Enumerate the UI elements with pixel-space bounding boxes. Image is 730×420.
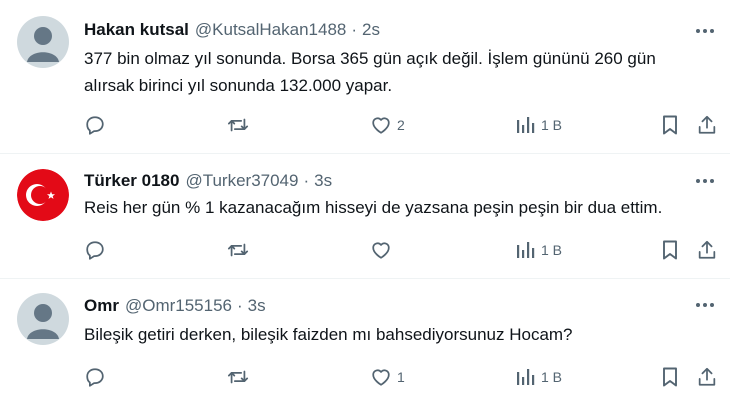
like-count: 2 xyxy=(397,117,405,133)
like-icon xyxy=(372,242,390,259)
like-button[interactable]: 2 xyxy=(370,112,405,138)
default-avatar-icon xyxy=(17,16,69,68)
share-icon xyxy=(698,367,716,386)
views-icon xyxy=(517,369,535,385)
action-bar: 1 1 B xyxy=(84,364,720,390)
avatar[interactable] xyxy=(17,293,69,345)
tweet-header: Omr @Omr155156 · 3s xyxy=(84,294,266,318)
reply-feed: Hakan kutsal @KutsalHakan1488 · 2s 377 b… xyxy=(0,0,730,420)
more-icon[interactable] xyxy=(694,170,716,192)
turkish-flag-avatar-icon xyxy=(17,169,69,221)
share-icon xyxy=(698,240,716,259)
like-count: 1 xyxy=(397,369,405,385)
default-avatar-icon xyxy=(17,293,69,345)
tweet-header: Hakan kutsal @KutsalHakan1488 · 2s xyxy=(84,18,380,42)
views-button[interactable]: 1 B xyxy=(516,364,562,390)
separator-dot: · xyxy=(351,20,358,39)
reply-button[interactable] xyxy=(84,237,106,263)
retweet-button[interactable] xyxy=(227,237,249,263)
reply-tweet[interactable]: Omr @Omr155156 · 3s Bileşik getiri derke… xyxy=(0,279,730,420)
views-button[interactable]: 1 B xyxy=(516,237,562,263)
views-icon xyxy=(517,117,535,133)
share-button[interactable] xyxy=(696,364,718,390)
reply-button[interactable] xyxy=(84,364,106,390)
like-button[interactable] xyxy=(370,237,397,263)
timestamp[interactable]: 3s xyxy=(248,296,266,316)
retweet-button[interactable] xyxy=(227,364,249,390)
avatar[interactable] xyxy=(17,169,69,221)
views-icon xyxy=(517,242,535,258)
bookmark-icon xyxy=(663,367,677,387)
views-button[interactable]: 1 B xyxy=(516,112,562,138)
tweet-text: 377 bin olmaz yıl sonunda. Borsa 365 gün… xyxy=(84,49,656,95)
user-handle[interactable]: @Turker37049 xyxy=(185,171,298,191)
bookmark-icon xyxy=(663,240,677,260)
reply-icon xyxy=(86,116,104,135)
retweet-icon xyxy=(227,118,249,132)
tweet-header: Türker 0180 @Turker37049 · 3s xyxy=(84,169,332,193)
views-count: 1 B xyxy=(541,242,563,258)
timestamp[interactable]: 3s xyxy=(314,171,332,191)
views-count: 1 B xyxy=(541,117,563,133)
more-icon[interactable] xyxy=(694,20,716,42)
retweet-icon xyxy=(227,243,249,257)
more-icon[interactable] xyxy=(694,294,716,316)
like-icon xyxy=(372,117,390,134)
share-button[interactable] xyxy=(696,112,718,138)
bookmark-button[interactable] xyxy=(660,112,680,138)
timestamp[interactable]: 2s xyxy=(362,20,380,40)
like-button[interactable]: 1 xyxy=(370,364,405,390)
action-bar: 2 1 B xyxy=(84,112,720,138)
share-icon xyxy=(698,115,716,134)
bookmark-button[interactable] xyxy=(660,364,680,390)
separator-dot: · xyxy=(237,296,243,315)
user-handle[interactable]: @KutsalHakan1488 xyxy=(195,20,346,40)
reply-tweet[interactable]: Hakan kutsal @KutsalHakan1488 · 2s 377 b… xyxy=(0,0,730,154)
display-name[interactable]: Omr xyxy=(84,296,119,316)
reply-icon xyxy=(86,241,104,260)
views-count: 1 B xyxy=(541,369,563,385)
retweet-button[interactable] xyxy=(227,112,249,138)
reply-button[interactable] xyxy=(84,112,106,138)
user-handle[interactable]: @Omr155156 xyxy=(125,296,232,316)
reply-icon xyxy=(86,368,104,387)
tweet-text: Reis her gün % 1 kazanacağım hisseyi de … xyxy=(84,198,663,217)
share-button[interactable] xyxy=(696,237,718,263)
retweet-icon xyxy=(227,370,249,384)
like-icon xyxy=(372,369,390,386)
display-name[interactable]: Türker 0180 xyxy=(84,171,179,191)
avatar[interactable] xyxy=(17,16,69,68)
action-bar: 1 B xyxy=(84,237,720,263)
display-name[interactable]: Hakan kutsal xyxy=(84,20,189,40)
reply-tweet[interactable]: Türker 0180 @Turker37049 · 3s Reis her g… xyxy=(0,154,730,279)
bookmark-button[interactable] xyxy=(660,237,680,263)
separator-dot: · xyxy=(303,171,310,190)
bookmark-icon xyxy=(663,115,677,135)
tweet-text: Bileşik getiri derken, bileşik faizden m… xyxy=(84,325,573,344)
